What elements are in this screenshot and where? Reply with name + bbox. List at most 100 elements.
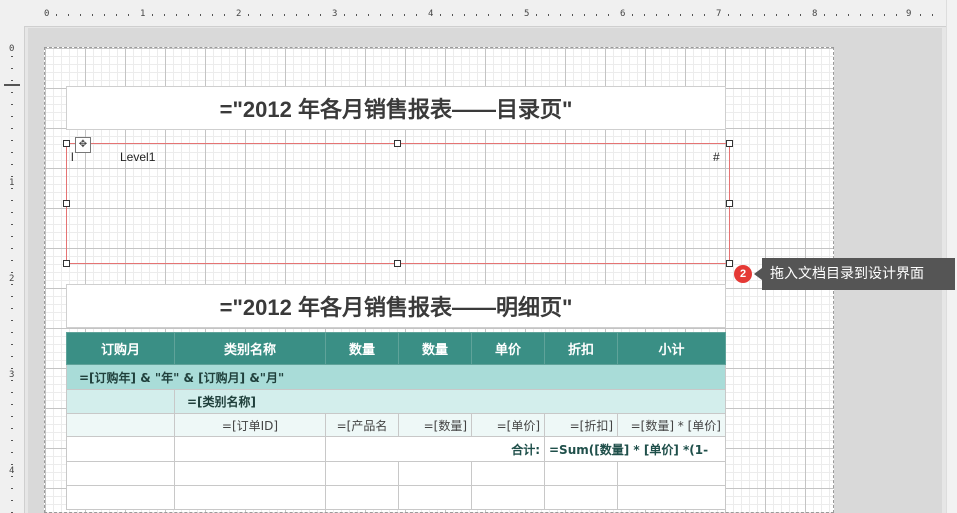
blank-cell[interactable] [544, 485, 618, 510]
blank-cell[interactable] [471, 461, 545, 486]
blank-cell[interactable] [617, 461, 726, 486]
blank-cell[interactable] [174, 485, 326, 510]
blank-cell[interactable] [398, 485, 472, 510]
summary-empty-cell[interactable] [66, 436, 175, 462]
header-cell[interactable]: 订购月 [66, 332, 175, 365]
ruler-tick [560, 14, 561, 16]
ruler-tick [776, 14, 777, 16]
detail-row: =[订单ID] =[产品名 =[数量] =[单价] =[折扣] =[数量] * … [66, 413, 726, 437]
detail-title-textbox[interactable]: ="2012 年各月销售报表——明细页" [66, 284, 726, 328]
ruler-tick [824, 14, 825, 16]
resize-handle[interactable] [63, 140, 70, 147]
ruler-label: 0 [44, 9, 50, 19]
ruler-tick [752, 14, 753, 16]
ruler-tick [11, 368, 13, 369]
resize-handle[interactable] [726, 200, 733, 207]
blank-cell[interactable] [66, 461, 175, 486]
header-cell[interactable]: 小计 [617, 332, 726, 365]
ruler-tick [296, 14, 297, 16]
detail-cell[interactable]: =[数量] [398, 413, 472, 437]
ruler-tick [11, 80, 13, 81]
ruler-tick [584, 14, 585, 16]
ruler-label: 3 [9, 370, 15, 380]
ruler-tick [11, 56, 13, 57]
table-of-contents-control[interactable] [66, 143, 730, 264]
toc-level-label: Level1 [120, 150, 156, 164]
group-header-row: =[订购年] & "年" & [订购月] &"月" [66, 364, 726, 390]
ruler-tick [11, 308, 13, 309]
resize-handle[interactable] [394, 260, 401, 267]
ruler-tick [596, 14, 597, 16]
blank-cell[interactable] [66, 485, 175, 510]
blank-cell[interactable] [544, 461, 618, 486]
ruler-tick [11, 416, 13, 417]
detail-table[interactable]: 订购月 类别名称 数量 数量 单价 折扣 小计 =[订购年] & "年" & [… [66, 332, 726, 510]
ruler-tick [11, 188, 13, 189]
callout-arrow-icon [754, 268, 762, 280]
ruler-tick [200, 14, 201, 16]
ruler-tick [11, 500, 13, 501]
header-cell[interactable]: 数量 [398, 332, 472, 365]
detail-cell[interactable]: =[单价] [471, 413, 545, 437]
ruler-tick [11, 200, 13, 201]
resize-handle[interactable] [726, 140, 733, 147]
header-cell[interactable]: 数量 [325, 332, 399, 365]
blank-cell[interactable] [398, 461, 472, 486]
detail-cell[interactable]: =[产品名 [325, 413, 399, 437]
ruler-tick [260, 14, 261, 16]
group-category-cell[interactable]: =[类别名称] [174, 389, 726, 414]
ruler-tick [452, 14, 453, 16]
toc-leader: l [71, 150, 74, 164]
move-icon[interactable]: ✥ [75, 137, 91, 153]
resize-handle[interactable] [63, 200, 70, 207]
header-cell[interactable]: 单价 [471, 332, 545, 365]
ruler-margin-marker[interactable] [4, 84, 20, 86]
resize-handle[interactable] [394, 140, 401, 147]
detail-cell[interactable] [66, 413, 175, 437]
ruler-tick [128, 14, 129, 16]
summary-empty-cell[interactable] [174, 436, 326, 462]
header-cell[interactable]: 类别名称 [174, 332, 326, 365]
summary-label-cell[interactable]: 合计: [325, 436, 545, 462]
detail-cell[interactable]: =[折扣] [544, 413, 618, 437]
group-category-row: =[类别名称] [66, 389, 726, 414]
ruler-tick [896, 14, 897, 16]
ruler-tick [284, 14, 285, 16]
header-cell[interactable]: 折扣 [544, 332, 618, 365]
detail-cell[interactable]: =[订单ID] [174, 413, 326, 437]
blank-cell[interactable] [174, 461, 326, 486]
detail-cell[interactable]: =[数量] * [单价] [617, 413, 726, 437]
ruler-tick [176, 14, 177, 16]
ruler-tick [11, 68, 13, 69]
ruler-tick [11, 392, 13, 393]
ruler-tick [11, 176, 13, 177]
table-header-row: 订购月 类别名称 数量 数量 单价 折扣 小计 [66, 332, 726, 365]
blank-cell[interactable] [325, 485, 399, 510]
resize-handle[interactable] [63, 260, 70, 267]
ruler-tick [932, 14, 933, 16]
ruler-label: 2 [9, 274, 15, 284]
summary-formula-cell[interactable]: =Sum([数量] * [单价] *(1- [544, 436, 726, 462]
ruler-label: 1 [140, 9, 146, 19]
ruler-tick [872, 14, 873, 16]
group-empty-cell[interactable] [66, 389, 175, 414]
ruler-tick [356, 14, 357, 16]
ruler-tick [512, 14, 513, 16]
ruler-tick [740, 14, 741, 16]
ruler-tick [608, 14, 609, 16]
ruler-tick [368, 14, 369, 16]
vertical-scrollbar[interactable] [946, 0, 957, 513]
ruler-tick [11, 344, 13, 345]
ruler-tick [884, 14, 885, 16]
toc-title-textbox[interactable]: ="2012 年各月销售报表——目录页" [66, 86, 726, 130]
group-month-cell[interactable]: =[订购年] & "年" & [订购月] &"月" [66, 364, 726, 390]
blank-cell[interactable] [617, 485, 726, 510]
ruler-tick [116, 14, 117, 16]
ruler-tick [11, 452, 13, 453]
ruler-tick [440, 14, 441, 16]
blank-cell[interactable] [471, 485, 545, 510]
ruler-tick [11, 380, 13, 381]
blank-cell[interactable] [325, 461, 399, 486]
ruler-tick [11, 320, 13, 321]
resize-handle[interactable] [726, 260, 733, 267]
